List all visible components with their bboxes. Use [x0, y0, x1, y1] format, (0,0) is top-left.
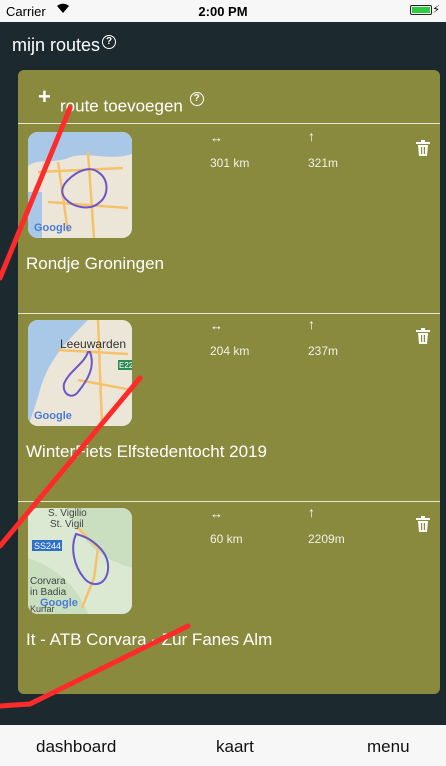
map-city-label: Leeuwarden: [60, 337, 126, 351]
map-label: S. Vigilio: [48, 508, 87, 519]
tab-kaart[interactable]: kaart: [216, 737, 254, 757]
add-route-text: route toevoegen: [60, 96, 183, 116]
google-watermark: Google: [34, 222, 72, 234]
map-label: St. Vigil: [50, 519, 84, 530]
header: mijn routes?: [0, 22, 446, 66]
map-road-label: SS244: [34, 541, 61, 551]
route-map-thumbnail[interactable]: S. Vigilio St. Vigil SS244 Corvara in Ba…: [28, 508, 132, 614]
google-watermark: Google: [34, 410, 72, 422]
route-name: It - ATB Corvara - Zur Fanes Alm: [26, 630, 273, 649]
status-time: 2:00 PM: [198, 4, 248, 19]
battery-icon: [410, 5, 432, 15]
route-elevation: 237m: [308, 344, 339, 358]
route-distance: 301 km: [210, 156, 250, 170]
question-circle-icon[interactable]: ?: [102, 35, 117, 49]
trash-icon[interactable]: [416, 328, 430, 349]
plus-icon: +: [38, 84, 51, 109]
tab-bar: dashboard kaart menu: [0, 725, 446, 766]
routes-card: + route toevoegen ? Google ↔ 301 km ↑ 32…: [18, 70, 440, 694]
add-route-label: route toevoegen ?: [60, 92, 204, 117]
route-item[interactable]: Google ↔ 301 km ↑ 321m Rondje Groningen: [18, 126, 440, 314]
trash-icon[interactable]: [416, 516, 430, 537]
distance-icon: ↔: [210, 506, 223, 521]
route-distance: 60 km: [210, 532, 243, 546]
distance-icon: ↔: [210, 318, 223, 333]
route-name: Rondje Groningen: [26, 254, 164, 273]
route-item[interactable]: S. Vigilio St. Vigil SS244 Corvara in Ba…: [18, 502, 440, 690]
route-map-thumbnail[interactable]: E22 Leeuwarden Google: [28, 320, 132, 426]
map-label: Corvara: [30, 576, 66, 587]
question-circle-icon[interactable]: ?: [189, 92, 204, 106]
tab-dashboard[interactable]: dashboard: [36, 737, 116, 757]
status-bar: Carrier 2:00 PM ⚡: [0, 0, 446, 22]
add-route-button[interactable]: + route toevoegen ?: [18, 70, 440, 124]
elevation-icon: ↑: [308, 504, 315, 520]
route-item[interactable]: E22 Leeuwarden Google ↔ 204 km ↑ 237m Wi…: [18, 314, 440, 502]
map-road-label: E22: [119, 361, 132, 370]
page-title-text: mijn routes: [12, 35, 101, 55]
route-name: WinterFiets Elfstedentocht 2019: [26, 442, 267, 461]
route-elevation: 2209m: [308, 532, 345, 546]
charging-icon: ⚡: [432, 4, 440, 16]
tab-menu[interactable]: menu: [367, 737, 410, 757]
route-elevation: 321m: [308, 156, 339, 170]
elevation-icon: ↑: [308, 128, 315, 144]
page-title: mijn routes?: [12, 35, 117, 56]
google-watermark: Google: [40, 597, 78, 609]
trash-icon[interactable]: [416, 140, 430, 161]
route-distance: 204 km: [210, 344, 250, 358]
route-map-thumbnail[interactable]: Google: [28, 132, 132, 238]
distance-icon: ↔: [210, 130, 223, 145]
elevation-icon: ↑: [308, 316, 315, 332]
